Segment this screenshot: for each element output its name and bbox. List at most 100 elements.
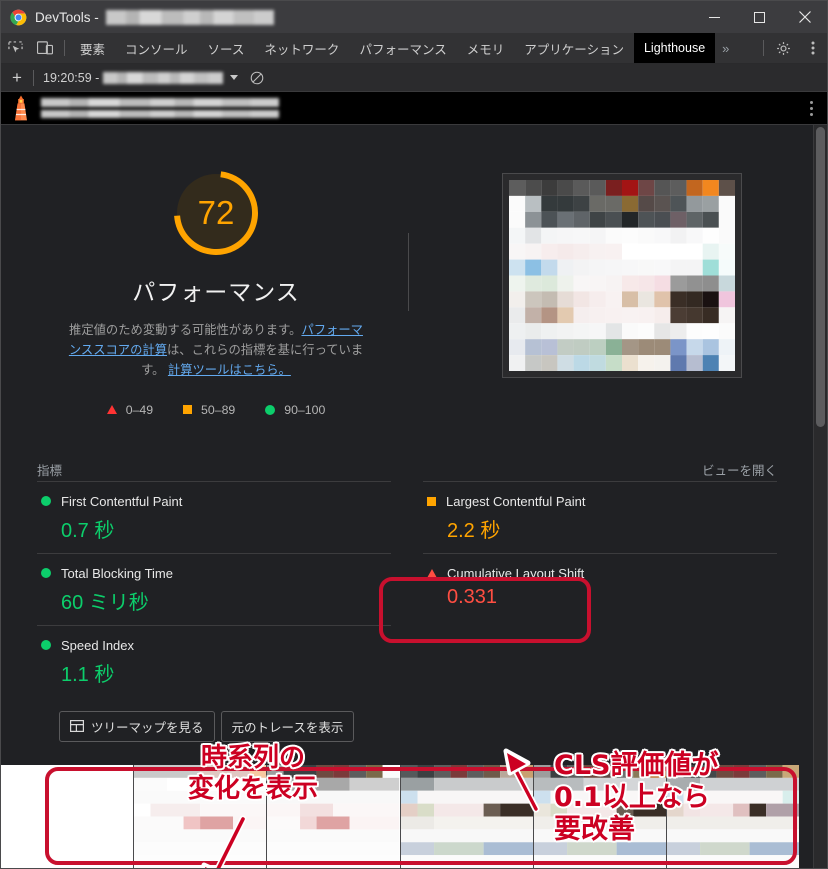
window-title: DevTools -	[35, 9, 274, 25]
maximize-button[interactable]	[737, 1, 782, 33]
lighthouse-icon	[11, 95, 31, 121]
gear-icon[interactable]	[769, 33, 798, 63]
tab-elements[interactable]: 要素	[70, 33, 115, 63]
filmstrip-section	[1, 765, 800, 868]
filmstrip-frame[interactable]	[1, 765, 135, 868]
legend-fail: 0–49	[106, 402, 154, 417]
score-divider	[408, 233, 409, 311]
redacted-report-url	[103, 71, 224, 84]
report-header	[1, 92, 827, 125]
legend-pass: 90–100	[265, 403, 325, 417]
redacted-report-url-header	[41, 98, 279, 118]
metric-value: 1.1 秒	[61, 663, 115, 686]
metrics-section: 指標 First Contentful Paint 0.7 秒 Total Bl…	[1, 459, 813, 697]
clear-icon[interactable]	[244, 71, 270, 85]
legend-pass-range: 90–100	[284, 402, 326, 417]
legend-average: 50–89	[183, 403, 235, 417]
minimize-button[interactable]	[692, 1, 737, 33]
filmstrip-frame[interactable]	[400, 765, 534, 868]
triangle-icon	[427, 568, 437, 578]
calc-tool-link[interactable]: 計算ツールはこちら。	[168, 363, 291, 377]
filmstrip-frame[interactable]	[666, 765, 800, 868]
view-trace-button[interactable]: 元のトレースを表示	[220, 710, 355, 742]
filmstrip	[1, 765, 800, 868]
inspect-element-icon[interactable]	[1, 33, 30, 63]
filmstrip-frame[interactable]	[134, 765, 268, 868]
metric-label: Speed Index	[61, 637, 135, 653]
score-value: 72	[197, 194, 235, 231]
device-toolbar-icon[interactable]	[30, 33, 59, 63]
report-content: 72 パフォーマンス 推定値のため変動する可能性があります。パフォーマンススコア…	[1, 125, 813, 868]
tab-bar-actions	[758, 33, 827, 63]
view-trace-label: 元のトレースを表示	[231, 720, 344, 735]
open-view-link[interactable]: ビューを開く	[423, 459, 777, 481]
tab-sources[interactable]: ソース	[198, 33, 255, 63]
actions-divider	[763, 40, 764, 56]
score-row: 72 パフォーマンス 推定値のため変動する可能性があります。パフォーマンススコア…	[1, 125, 813, 417]
tab-network[interactable]: ネットワーク	[254, 33, 349, 63]
new-report-button[interactable]: +	[1, 68, 33, 88]
report-scrollbar[interactable]	[813, 125, 827, 868]
score-column: 72 パフォーマンス 推定値のため変動する可能性があります。パフォーマンススコア…	[1, 165, 431, 417]
filmstrip-frame[interactable]	[533, 765, 667, 868]
final-screenshot-image	[509, 180, 735, 371]
circle-icon	[265, 404, 276, 415]
lighthouse-toolbar: + 19:20:59 -	[1, 64, 827, 92]
metric-label: Largest Contentful Paint	[446, 493, 586, 509]
metrics-right-column: ビューを開く Largest Contentful Paint 2.2 秒 Cu…	[423, 459, 777, 697]
score-legend: 0–49 50–89 90–100	[106, 402, 325, 417]
legend-average-range: 50–89	[201, 402, 236, 417]
redacted-title	[105, 9, 274, 25]
kebab-menu-icon[interactable]	[798, 33, 827, 63]
tab-application[interactable]: アプリケーション	[514, 33, 634, 63]
scrollbar-thumb[interactable]	[816, 127, 825, 427]
view-treemap-label: ツリーマップを見る	[91, 720, 204, 735]
report-menu-icon[interactable]	[802, 100, 821, 116]
metrics-left-column: 指標 First Contentful Paint 0.7 秒 Total Bl…	[37, 459, 391, 697]
tab-console[interactable]: コンソール	[115, 33, 198, 63]
redacted-line-1	[41, 98, 279, 107]
metric-total-blocking-time[interactable]: Total Blocking Time 60 ミリ秒	[37, 552, 391, 625]
circle-icon	[41, 568, 51, 579]
score-description: 推定値のため変動する可能性があります。パフォーマンススコアの計算は、これらの指標…	[66, 321, 366, 381]
metric-speed-index[interactable]: Speed Index 1.1 秒	[37, 624, 391, 697]
final-screenshot-frame	[502, 173, 742, 378]
report-selector[interactable]: 19:20:59 -	[34, 71, 244, 85]
treemap-icon	[70, 720, 85, 733]
metric-largest-contentful-paint[interactable]: Largest Contentful Paint 2.2 秒	[423, 480, 777, 553]
more-tabs-icon[interactable]: »	[715, 33, 735, 63]
circle-icon	[41, 496, 51, 507]
legend-fail-range: 0–49	[125, 402, 154, 417]
tab-lighthouse[interactable]: Lighthouse	[633, 33, 716, 63]
chevron-down-icon	[230, 75, 239, 80]
devtools-tab-bar: 要素 コンソール ソース ネットワーク パフォーマンス メモリ アプリケーション…	[1, 33, 827, 64]
metric-value: 0.7 秒	[61, 519, 115, 542]
metric-cumulative-layout-shift[interactable]: Cumulative Layout Shift 0.331	[423, 552, 777, 619]
lighthouse-report-body: 72 パフォーマンス 推定値のため変動する可能性があります。パフォーマンススコア…	[1, 125, 827, 868]
view-treemap-button[interactable]: ツリーマップを見る	[59, 710, 215, 742]
report-actions: ツリーマップを見る 元のトレースを表示	[1, 697, 813, 742]
square-icon	[427, 496, 436, 506]
window-controls	[692, 1, 827, 33]
metrics-heading: 指標	[37, 464, 63, 479]
title-bar: DevTools -	[1, 1, 827, 33]
metric-label: First Contentful Paint	[61, 493, 183, 509]
score-desc-part1: 推定値のため変動する可能性があります。	[69, 323, 302, 337]
score-category-title: パフォーマンス	[132, 279, 300, 305]
triangle-icon	[106, 405, 117, 415]
tab-memory[interactable]: メモリ	[457, 33, 515, 63]
filmstrip-frame[interactable]	[267, 765, 401, 868]
window-title-text: DevTools -	[35, 9, 99, 25]
chrome-logo-icon	[10, 9, 27, 26]
redacted-line-2	[41, 110, 279, 118]
report-timestamp: 19:20:59 -	[43, 70, 100, 85]
devtools-window: DevTools - 要素 コンソール ソース ネットワーク パフォーマンス メ…	[0, 0, 828, 869]
metric-label: Total Blocking Time	[61, 565, 173, 581]
metric-label: Cumulative Layout Shift	[447, 565, 585, 581]
metric-value: 2.2 秒	[447, 519, 501, 542]
tab-performance[interactable]: パフォーマンス	[349, 33, 456, 63]
close-button[interactable]	[782, 1, 827, 33]
metric-value: 60 ミリ秒	[61, 591, 149, 614]
metric-first-contentful-paint[interactable]: First Contentful Paint 0.7 秒	[37, 480, 391, 553]
screenshot-column	[431, 165, 813, 417]
